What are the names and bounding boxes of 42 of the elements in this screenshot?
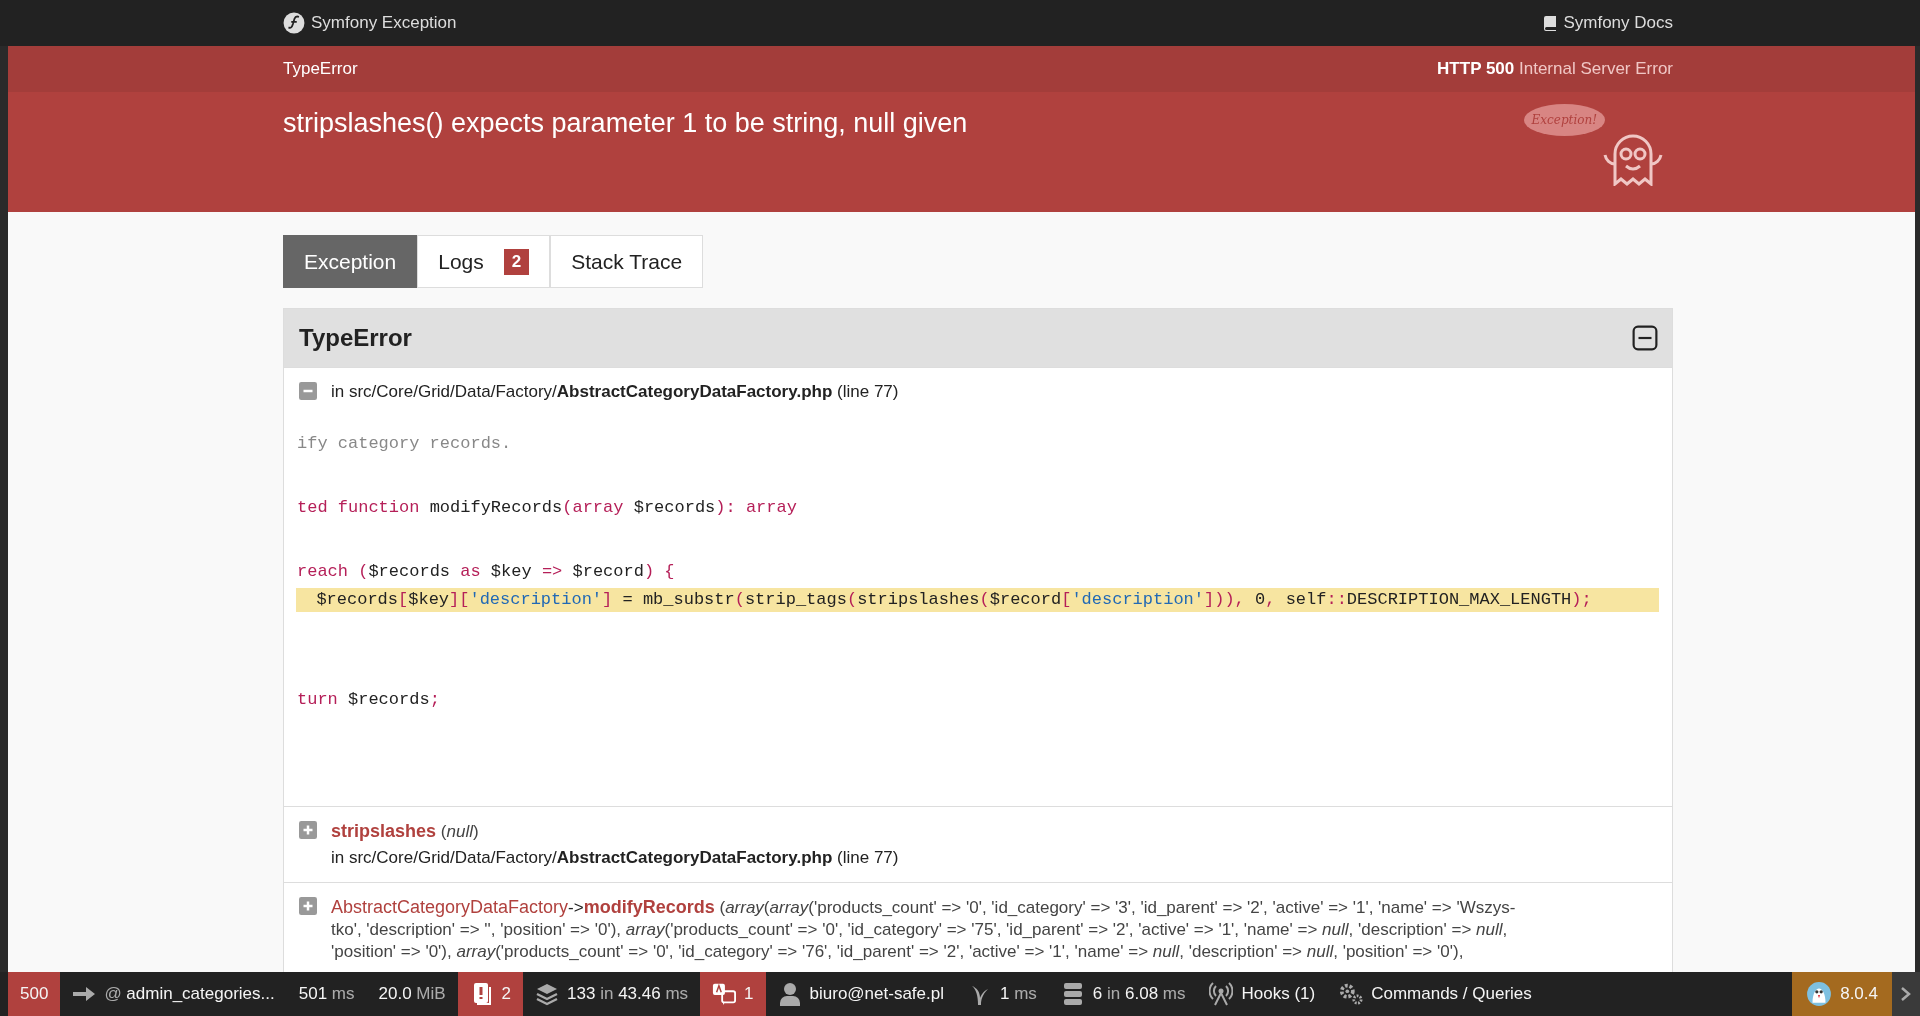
app-title: Symfony Exception [311, 13, 457, 33]
function-arguments: 'position' => '0'), array('products_count' => '0', 'id_category' => '76', 'id_parent' => '2', 'active' => '1', 'name' => null, 'description' => null, 'position' => '0'), [331, 941, 1465, 963]
function-arguments: (array(array('products_count' => '0', 'id_category' => '3', 'id_parent' => '2', 'active' => '1', 'name' => 'Wszys- [719, 898, 1516, 917]
code-line: reach ($records as $key => $record) { [297, 561, 676, 583]
translation-icon [712, 982, 737, 1006]
exception-class: TypeError [283, 59, 358, 79]
collapse-toolbar-button[interactable] [1892, 972, 1920, 1016]
code-line: ify category records. [297, 433, 513, 455]
expand-icon[interactable] [299, 897, 317, 915]
arrow-operator: -> [568, 898, 584, 917]
toolbar-item[interactable]: 1 [700, 972, 766, 1016]
toolbar-item[interactable]: 8.0.4 [1792, 972, 1892, 1016]
error-message: stripslashes() expects parameter 1 to be string, null given [283, 108, 968, 139]
http-status: HTTP 500 Internal Server Error [1437, 59, 1673, 79]
count-badge: 2 [503, 248, 530, 275]
logo-icon [283, 12, 305, 34]
docs-link[interactable]: Symfony Docs [1543, 13, 1673, 33]
function-name[interactable]: modifyRecords [583, 897, 715, 917]
mascot-icon [1806, 981, 1833, 1007]
user-icon [777, 982, 802, 1006]
speech-bubble: Exception! [1523, 104, 1605, 136]
antenna-icon [1209, 982, 1234, 1006]
class-name[interactable]: AbstractCategoryDataFactory [331, 897, 569, 917]
file-location: in src/Core/Grid/Data/Factory/AbstractCategoryDataFactory.php (line 77) [331, 847, 899, 869]
tab[interactable]: Logs 2 [417, 235, 551, 288]
function-name[interactable]: stripslashes [331, 821, 437, 841]
toolbar-item[interactable]: 2 [457, 972, 524, 1016]
tab[interactable]: Stack Trace [550, 235, 704, 288]
function-arguments: (null) [440, 822, 479, 841]
code-line: ted function modifyRecords(array $records): array [297, 497, 798, 519]
file-location: in src/Core/Grid/Data/Factory/AbstractCategoryDataFactory.php (line 77) [331, 381, 899, 403]
collapse-icon[interactable] [1632, 325, 1658, 351]
tab[interactable]: Exception [283, 235, 418, 288]
toolbar-item[interactable]: 500 [8, 972, 61, 1016]
exception-title: TypeError [299, 324, 412, 352]
book-icon [1543, 15, 1558, 31]
function-arguments: tko', 'description' => '', 'position' => '0'), array('products_count' => '0', 'id_category' => '75', 'id_parent' => '2', 'active' => '1', 'name' => null, 'description' => null, [331, 919, 1509, 941]
layers-icon [535, 982, 560, 1006]
chevron-icon [1900, 986, 1912, 1002]
gears-icon [1339, 982, 1364, 1006]
expand-icon[interactable] [299, 821, 317, 839]
code-line: turn $records; [297, 689, 441, 711]
